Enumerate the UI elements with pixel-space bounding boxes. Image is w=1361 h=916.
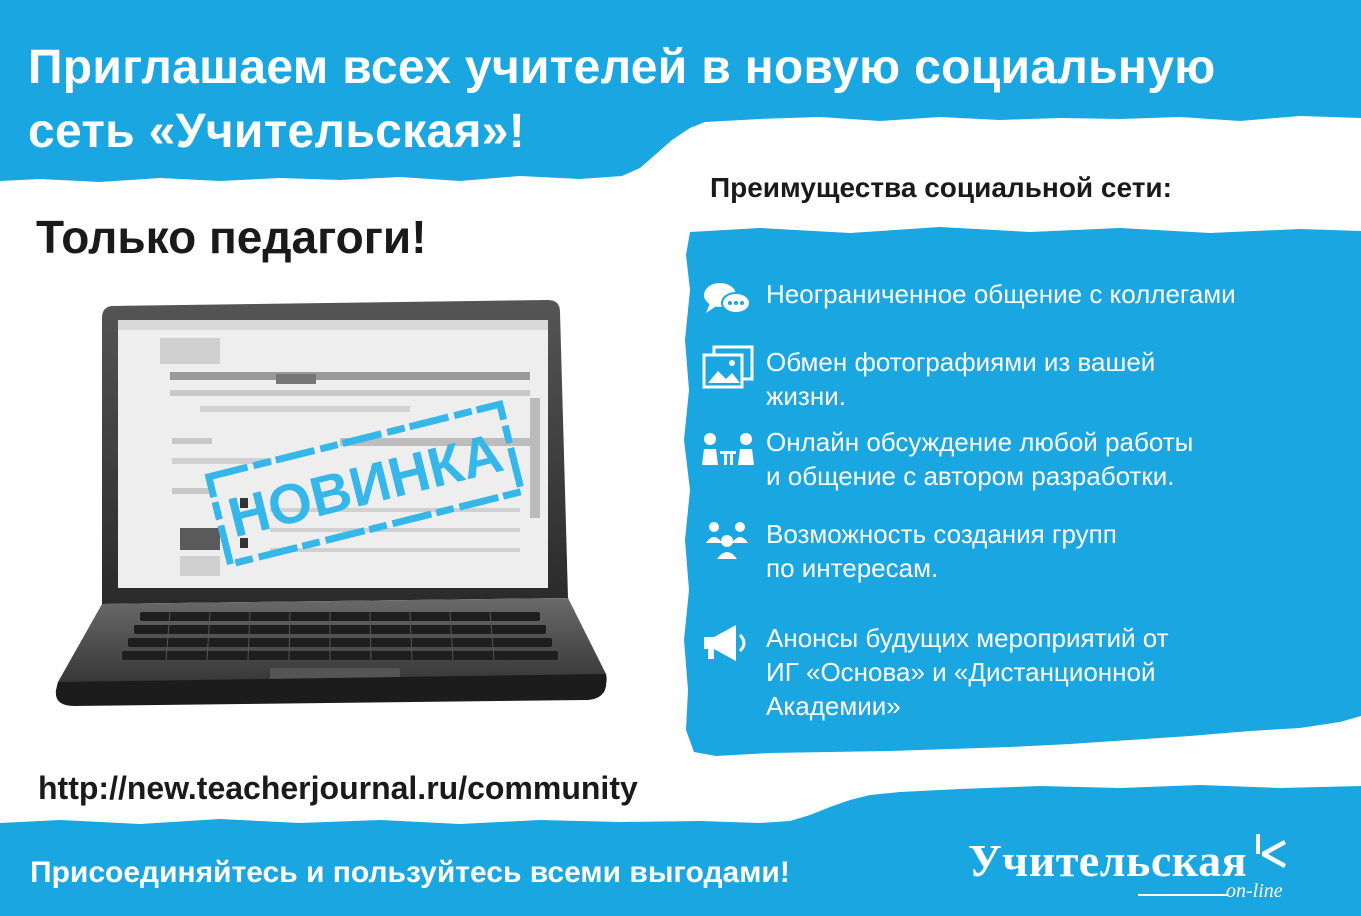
benefit-line: Обмен фотографиями из вашей: [766, 347, 1156, 377]
benefit-line: Возможность создания групп: [766, 519, 1117, 549]
benefit-item: Неограниченное общение с коллегами: [700, 277, 1236, 321]
footer-call-to-action: Присоединяйтесь и пользуйтесь всеми выго…: [30, 856, 790, 889]
logo-subtext: on-line: [1226, 880, 1283, 902]
headline-line-2: сеть «Учительская»!: [28, 105, 526, 158]
headline-line-1: Приглашаем всех учителей в новую социаль…: [28, 41, 1216, 94]
photos-icon: [702, 345, 754, 389]
benefit-item: Обмен фотографиями из вашей жизни.: [700, 345, 1155, 413]
group-people-icon: [706, 522, 748, 559]
benefit-item: Онлайн обсуждение любой работы и общение…: [700, 425, 1193, 493]
benefit-line: Академии»: [766, 691, 901, 721]
logo-text: Учительская: [968, 835, 1247, 886]
benefit-item: Возможность создания групп по интересам.: [700, 517, 1117, 585]
benefit-line: Неограниченное общение с коллегами: [766, 279, 1236, 309]
logo-checkmark-icon: [1256, 834, 1286, 868]
headline: Приглашаем всех учителей в новую социаль…: [28, 36, 1318, 164]
benefit-line: Анонсы будущих мероприятий от: [766, 623, 1169, 653]
benefit-line: Онлайн обсуждение любой работы: [766, 427, 1194, 457]
megaphone-icon: [704, 625, 746, 661]
ad-banner: Приглашаем всех учителей в новую социаль…: [0, 0, 1361, 916]
benefit-line: жизни.: [766, 381, 846, 411]
chat-bubbles-icon: [704, 283, 751, 314]
benefit-line: и общение с автором разработки.: [766, 461, 1175, 491]
community-url[interactable]: http://new.teacherjournal.ru/community: [38, 770, 638, 807]
subheading: Только педагоги!: [36, 211, 427, 263]
discussion-people-icon: [702, 433, 754, 465]
benefit-line: ИГ «Основа» и «Дистанционной: [766, 657, 1156, 687]
benefit-item: Анонсы будущих мероприятий от ИГ «Основа…: [700, 621, 1169, 723]
laptop-illustration: НОВИНКА: [55, 300, 607, 706]
logo-underline: [1138, 894, 1228, 896]
uchitelskaya-logo: Учительская on-line: [968, 830, 1348, 910]
benefit-line: по интересам.: [766, 553, 939, 583]
benefits-title: Преимущества социальной сети:: [710, 172, 1172, 203]
